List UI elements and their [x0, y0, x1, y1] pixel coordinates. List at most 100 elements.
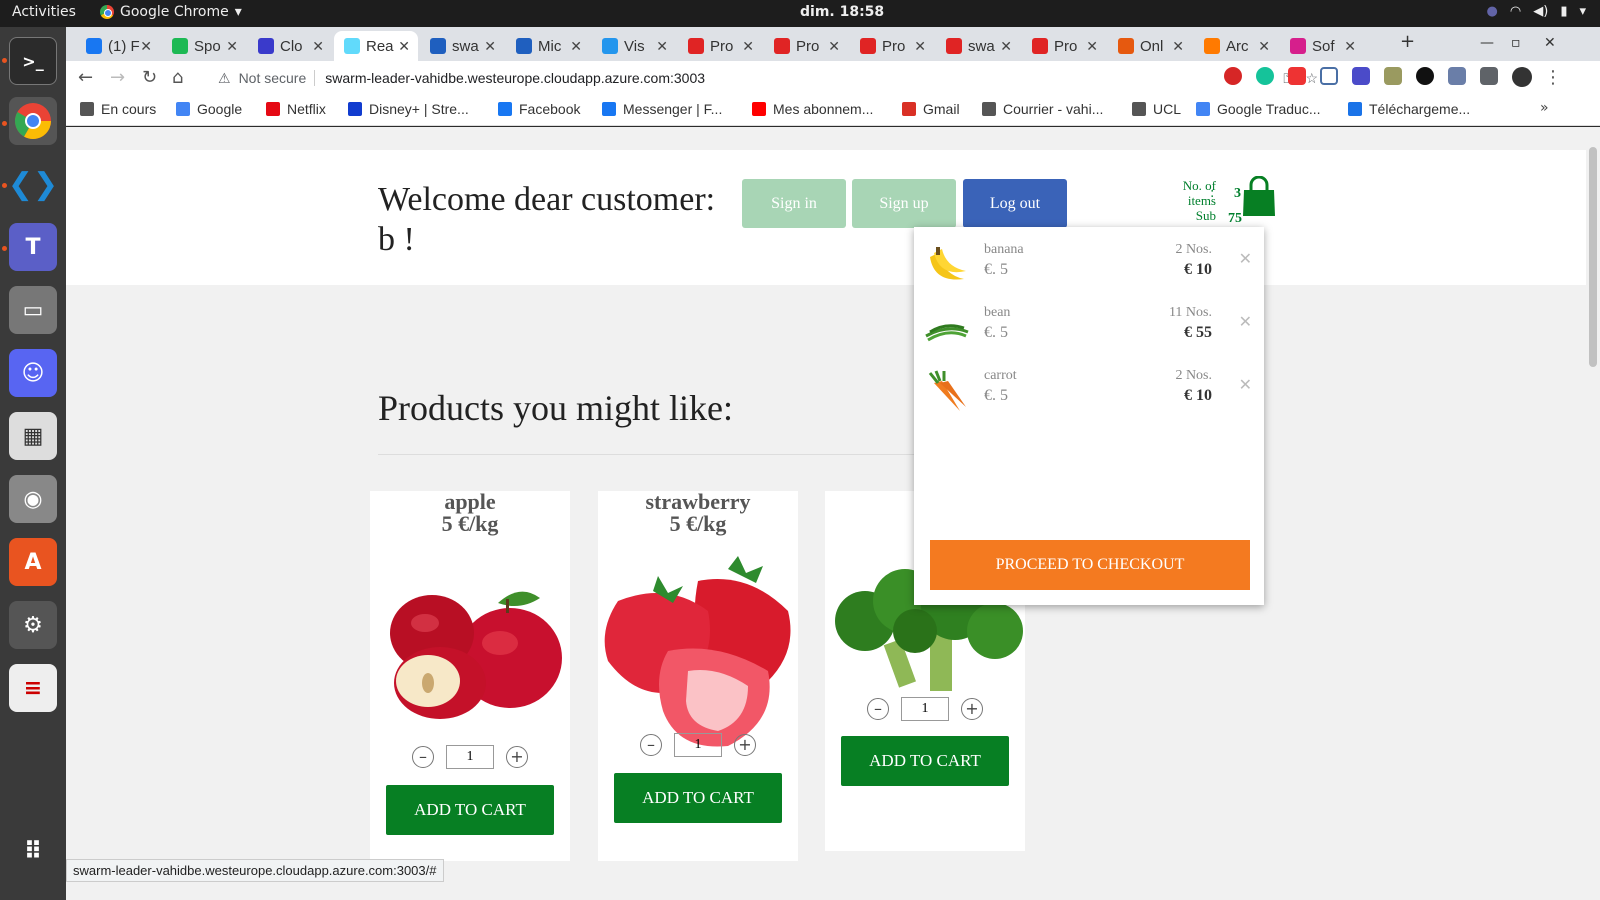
app-menu[interactable]: Google Chrome ▾ — [100, 4, 242, 20]
bookmark-item[interactable]: Facebook — [498, 101, 580, 117]
quantity-input[interactable]: 1 — [901, 697, 949, 721]
wifi-icon[interactable]: ◠ — [1510, 4, 1521, 19]
address-bar[interactable]: ⚠ Not secure swarm-leader-vahidbe.westeu… — [206, 64, 1326, 92]
adblock-icon[interactable] — [1224, 67, 1242, 85]
more-bookmarks-icon[interactable]: » — [1540, 100, 1549, 116]
menu-kebab-icon[interactable]: ⋮ — [1544, 67, 1562, 88]
camera-icon[interactable]: ◉ — [9, 475, 57, 523]
decrement-button[interactable]: – — [412, 746, 434, 768]
close-window-button[interactable]: ✕ — [1544, 35, 1556, 51]
tab-close-icon[interactable]: ✕ — [312, 38, 324, 55]
tab-close-icon[interactable]: ✕ — [1086, 38, 1098, 55]
tab-close-icon[interactable]: ✕ — [226, 38, 238, 55]
battery-icon[interactable]: ▮ — [1560, 4, 1567, 19]
browser-tab[interactable]: Pro ✕ — [850, 31, 934, 61]
sign-up-button[interactable]: Sign up — [852, 179, 956, 228]
tab-close-icon[interactable]: ✕ — [570, 38, 582, 55]
extension-fish-icon[interactable] — [1416, 67, 1434, 85]
browser-tab[interactable]: Pro ✕ — [678, 31, 762, 61]
browser-tab[interactable]: Rea ✕ — [334, 31, 418, 61]
tab-close-icon[interactable]: ✕ — [398, 38, 410, 55]
bookmark-item[interactable]: UCL — [1132, 101, 1181, 117]
extension-upload-icon[interactable] — [1320, 67, 1338, 85]
minimize-button[interactable]: — — [1480, 35, 1494, 51]
quantity-input[interactable]: 1 — [446, 745, 494, 769]
volume-icon[interactable]: ◀) — [1533, 4, 1548, 19]
new-tab-button[interactable]: + — [1400, 31, 1415, 52]
software-store-icon[interactable]: A — [9, 538, 57, 586]
browser-tab[interactable]: Clo ✕ — [248, 31, 332, 61]
terminal-icon[interactable]: >_ — [9, 37, 57, 85]
security-label[interactable]: Not secure — [239, 70, 316, 86]
browser-tab[interactable]: Arc ✕ — [1194, 31, 1278, 61]
reload-icon[interactable]: ↻ — [142, 67, 157, 88]
sign-in-button[interactable]: Sign in — [742, 179, 846, 228]
warning-icon[interactable]: ⚠ — [218, 70, 231, 87]
bookmark-item[interactable]: Disney+ | Stre... — [348, 101, 469, 117]
tab-close-icon[interactable]: ✕ — [1172, 38, 1184, 55]
bookmark-item[interactable]: En cours — [80, 101, 156, 117]
bookmark-item[interactable]: Google Traduc... — [1196, 101, 1321, 117]
extension-tp-icon[interactable] — [1288, 67, 1306, 85]
teams-icon[interactable]: T — [9, 223, 57, 271]
remove-item-icon[interactable]: ✕ — [1239, 312, 1252, 331]
browser-tab[interactable]: swa ✕ — [420, 31, 504, 61]
chrome-dock-icon[interactable] — [9, 97, 57, 145]
calculator-icon[interactable]: ▦ — [9, 412, 57, 460]
teams-tray-icon[interactable]: ● — [1487, 4, 1498, 19]
clock[interactable]: dim. 18:58 — [800, 4, 884, 20]
decrement-button[interactable]: – — [640, 734, 662, 756]
tab-close-icon[interactable]: ✕ — [742, 38, 754, 55]
browser-tab[interactable]: Pro ✕ — [764, 31, 848, 61]
vscode-icon[interactable]: ❮❯ — [8, 160, 58, 208]
browser-tab[interactable]: Onl ✕ — [1108, 31, 1192, 61]
bookmark-item[interactable]: Gmail — [902, 101, 960, 117]
increment-button[interactable]: + — [961, 698, 983, 720]
tab-close-icon[interactable]: ✕ — [914, 38, 926, 55]
extensions-puzzle-icon[interactable] — [1480, 67, 1498, 85]
extension-sliders-icon[interactable] — [1448, 67, 1466, 85]
extension-screen-icon[interactable] — [1352, 67, 1370, 85]
bookmark-item[interactable]: Messenger | F... — [602, 101, 722, 117]
star-icon[interactable]: ☆ — [1305, 70, 1318, 87]
maximize-button[interactable]: ▫ — [1511, 35, 1521, 51]
bookmark-item[interactable]: Courrier - vahi... — [982, 101, 1103, 117]
add-to-cart-button[interactable]: ADD TO CART — [386, 785, 554, 835]
tab-close-icon[interactable]: ✕ — [484, 38, 496, 55]
browser-tab[interactable]: Vis ✕ — [592, 31, 676, 61]
bookmark-item[interactable]: Netflix — [266, 101, 326, 117]
files-icon[interactable]: ▭ — [9, 286, 57, 334]
chevron-down-icon[interactable]: ▾ — [1579, 4, 1586, 19]
page-scrollbar[interactable] — [1586, 127, 1600, 900]
increment-button[interactable]: + — [734, 734, 756, 756]
profile-avatar[interactable] — [1512, 67, 1532, 87]
scrollbar-thumb[interactable] — [1589, 147, 1597, 367]
tab-close-icon[interactable]: ✕ — [140, 38, 152, 55]
browser-tab[interactable]: Pro ✕ — [1022, 31, 1106, 61]
quantity-input[interactable]: 1 — [674, 733, 722, 757]
extension-image-icon[interactable] — [1384, 67, 1402, 85]
document-viewer-icon[interactable]: ≡ — [9, 664, 57, 712]
bookmark-item[interactable]: Mes abonnem... — [752, 101, 873, 117]
decrement-button[interactable]: – — [867, 698, 889, 720]
shopping-bag-icon[interactable] — [1241, 176, 1277, 216]
browser-tab[interactable]: (1) F ✕ — [76, 31, 160, 61]
tab-close-icon[interactable]: ✕ — [1000, 38, 1012, 55]
show-apps-icon[interactable]: ⠿ — [9, 827, 57, 875]
home-icon[interactable]: ⌂ — [172, 67, 183, 88]
remove-item-icon[interactable]: ✕ — [1239, 249, 1252, 268]
settings-tools-icon[interactable]: ⚙ — [9, 601, 57, 649]
add-to-cart-button[interactable]: ADD TO CART — [614, 773, 782, 823]
browser-tab[interactable]: Spo ✕ — [162, 31, 246, 61]
activities-button[interactable]: Activities — [12, 4, 76, 20]
bookmark-item[interactable]: Google — [176, 101, 242, 117]
tab-close-icon[interactable]: ✕ — [1258, 38, 1270, 55]
back-icon[interactable]: ← — [78, 67, 93, 88]
increment-button[interactable]: + — [506, 746, 528, 768]
forward-icon[interactable]: → — [110, 67, 125, 88]
browser-tab[interactable]: Mic ✕ — [506, 31, 590, 61]
tab-close-icon[interactable]: ✕ — [828, 38, 840, 55]
remove-item-icon[interactable]: ✕ — [1239, 375, 1252, 394]
proceed-to-checkout-button[interactable]: PROCEED TO CHECKOUT — [930, 540, 1250, 590]
url-text[interactable]: swarm-leader-vahidbe.westeurope.cloudapp… — [325, 70, 705, 86]
